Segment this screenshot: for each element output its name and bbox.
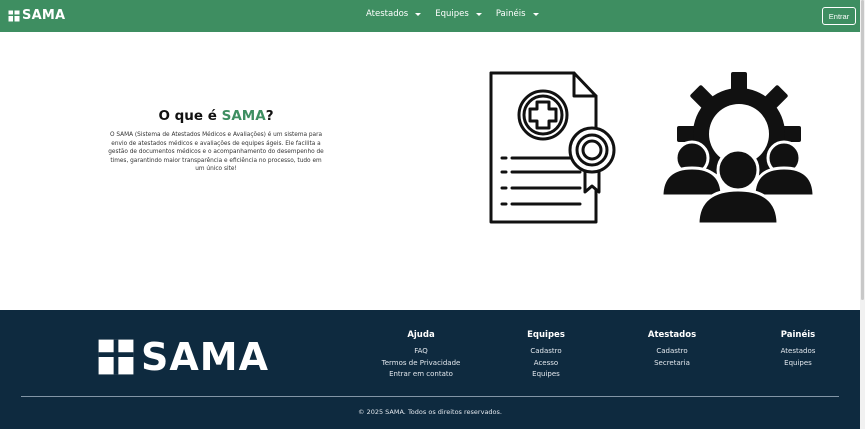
- nav-dropdown-paineis[interactable]: Painéis: [496, 9, 539, 19]
- about-title-accent: SAMA: [221, 108, 266, 124]
- caret-down-icon: [532, 12, 539, 16]
- medical-cross-logo-icon: [98, 339, 134, 375]
- footer-link-privacy-terms[interactable]: Termos de Privacidade: [370, 358, 472, 370]
- footer-divider: [21, 396, 839, 397]
- about-title-prefix: O que é: [158, 108, 222, 124]
- team-gear-icon: [660, 72, 816, 226]
- caret-down-icon: [475, 12, 482, 16]
- main-nav: Atestados Equipes Painéis: [366, 9, 539, 19]
- footer-link-paineis-atestados[interactable]: Atestados: [770, 346, 826, 358]
- site-footer: SAMA Ajuda FAQ Termos de Privacidade Ent…: [0, 310, 860, 429]
- about-title-suffix: ?: [265, 108, 274, 124]
- footer-column-equipes: Equipes Cadastro Acesso Equipes: [516, 330, 576, 381]
- about-description: O SAMA (Sistema de Atestados Médicos e A…: [108, 132, 324, 173]
- medical-cross-logo-icon: [8, 10, 20, 21]
- footer-heading-ajuda: Ajuda: [407, 330, 435, 340]
- nav-dropdown-equipes[interactable]: Equipes: [435, 9, 482, 19]
- brand-logo-link[interactable]: SAMA: [8, 8, 65, 23]
- footer-link-atestados-cadastro[interactable]: Cadastro: [642, 346, 702, 358]
- brand-name: SAMA: [22, 8, 66, 23]
- footer-column-ajuda: Ajuda FAQ Termos de Privacidade Entrar e…: [370, 330, 472, 381]
- footer-link-equipes-acesso[interactable]: Acesso: [516, 358, 576, 370]
- nav-dropdown-atestados[interactable]: Atestados: [366, 9, 422, 19]
- footer-logo[interactable]: SAMA: [97, 337, 269, 377]
- footer-heading-paineis: Painéis: [780, 330, 816, 340]
- nav-label-paineis: Painéis: [495, 9, 526, 19]
- copyright-text: © 2025 SAMA. Todos os direitos reservado…: [358, 408, 502, 416]
- footer-column-paineis: Painéis Atestados Equipes: [770, 330, 826, 369]
- page-scrollbar-thumb[interactable]: [861, 0, 864, 300]
- about-title: O que é SAMA?: [108, 108, 324, 124]
- footer-link-contact[interactable]: Entrar em contato: [370, 369, 472, 381]
- footer-heading-equipes: Equipes: [527, 330, 565, 340]
- nav-label-atestados: Atestados: [366, 9, 409, 19]
- footer-link-paineis-equipes[interactable]: Equipes: [770, 358, 826, 370]
- nav-label-equipes: Equipes: [435, 9, 469, 19]
- medical-certificate-icon: [489, 71, 616, 224]
- top-navbar: SAMA Atestados Equipes Painéis Entrar: [0, 0, 860, 32]
- footer-heading-atestados: Atestados: [647, 330, 697, 340]
- caret-down-icon: [415, 12, 422, 16]
- footer-link-equipes-cadastro[interactable]: Cadastro: [516, 346, 576, 358]
- footer-link-equipes-equipes[interactable]: Equipes: [516, 369, 576, 381]
- footer-brand-name: SAMA: [141, 335, 270, 379]
- about-section: O que é SAMA? O SAMA (Sistema de Atestad…: [108, 108, 324, 174]
- footer-link-faq[interactable]: FAQ: [370, 346, 472, 358]
- footer-link-atestados-secretaria[interactable]: Secretaria: [642, 358, 702, 370]
- footer-column-atestados: Atestados Cadastro Secretaria: [642, 330, 702, 369]
- login-button[interactable]: Entrar: [822, 7, 856, 25]
